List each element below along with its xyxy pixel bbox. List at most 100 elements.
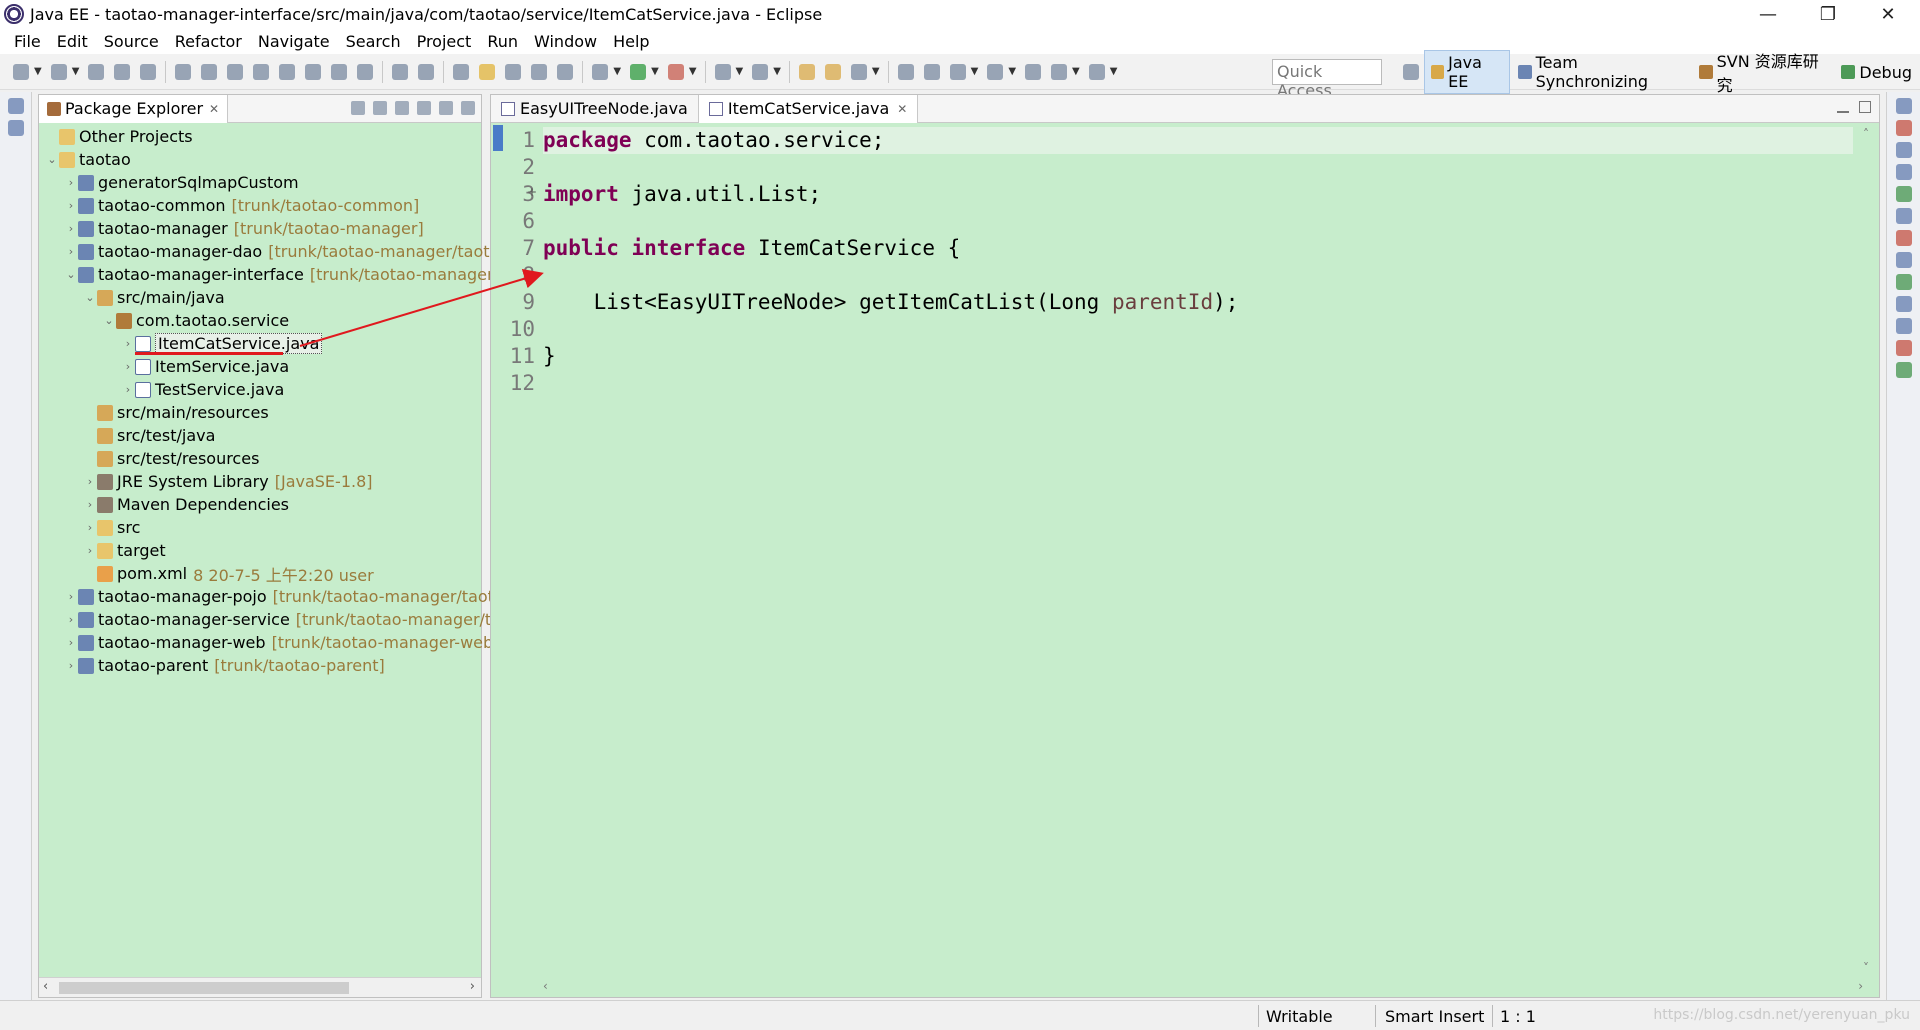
last-edit-icon[interactable] bbox=[1025, 63, 1042, 80]
block-select-icon[interactable] bbox=[531, 63, 548, 80]
junit-icon[interactable] bbox=[1895, 362, 1912, 378]
highlight-icon[interactable] bbox=[479, 63, 496, 80]
tree-item[interactable]: › taotao-manager-web [trunk/taotao-manager… bbox=[39, 631, 500, 654]
save-icon[interactable] bbox=[88, 63, 105, 80]
run-icon[interactable] bbox=[630, 63, 647, 80]
prev-annotation-icon[interactable] bbox=[987, 63, 1004, 80]
tree-item[interactable]: › ItemService.java bbox=[39, 355, 481, 378]
disconnect-icon[interactable] bbox=[279, 63, 296, 80]
chevron-down-icon[interactable]: ▼ bbox=[1008, 66, 1016, 77]
maximize-view-icon[interactable] bbox=[461, 101, 475, 115]
tree-item[interactable]: pom.xml 8 20-7-5 上午2:20 user bbox=[39, 562, 481, 585]
history-icon[interactable] bbox=[1895, 318, 1912, 334]
chevron-right-icon[interactable]: › bbox=[83, 475, 97, 488]
view-menu-icon[interactable] bbox=[417, 101, 431, 115]
hierarchy-icon[interactable] bbox=[7, 120, 24, 136]
menu-run[interactable]: Run bbox=[479, 32, 526, 51]
save-all-icon[interactable] bbox=[114, 63, 131, 80]
close-icon[interactable]: ✕ bbox=[897, 102, 907, 116]
next-annotation-icon[interactable] bbox=[949, 63, 966, 80]
tree-item[interactable]: ⌄ com.taotao.service bbox=[39, 309, 481, 332]
chevron-right-icon[interactable]: › bbox=[64, 590, 78, 603]
code-line[interactable] bbox=[543, 208, 1843, 235]
scrollbar-thumb[interactable] bbox=[59, 982, 349, 994]
open-file-icon[interactable] bbox=[824, 63, 841, 80]
markers-icon[interactable] bbox=[1895, 164, 1912, 180]
chevron-right-icon[interactable]: › bbox=[83, 521, 97, 534]
chevron-down-icon[interactable]: ▼ bbox=[689, 66, 697, 77]
code-line[interactable] bbox=[543, 154, 1843, 181]
menu-window[interactable]: Window bbox=[526, 32, 605, 51]
chevron-right-icon[interactable]: › bbox=[64, 613, 78, 626]
open-perspective-icon[interactable] bbox=[1403, 64, 1419, 80]
tree-item[interactable]: › Maven Dependencies bbox=[39, 493, 481, 516]
code-line[interactable] bbox=[543, 316, 1843, 343]
code-line[interactable]: public interface ItemCatService { bbox=[543, 235, 1843, 262]
tree-item[interactable]: › taotao-parent [trunk/taotao-parent] bbox=[39, 654, 481, 677]
snippets-icon[interactable] bbox=[1895, 230, 1912, 246]
maximize-editor-icon[interactable] bbox=[1859, 101, 1871, 113]
new-icon[interactable] bbox=[13, 63, 29, 80]
scroll-left-icon[interactable]: ‹ bbox=[543, 979, 548, 993]
chevron-down-icon[interactable]: ▼ bbox=[872, 66, 880, 77]
fold-expand-icon[interactable]: + bbox=[527, 185, 537, 199]
new-class-icon[interactable] bbox=[752, 63, 769, 80]
code-text[interactable]: package com.taotao.service; import java.u… bbox=[543, 127, 1843, 397]
chevron-down-icon[interactable]: ⌄ bbox=[83, 291, 97, 304]
menu-search[interactable]: Search bbox=[338, 32, 409, 51]
tree-item[interactable]: › generatorSqlmapCustom bbox=[39, 171, 481, 194]
perspective-java-ee[interactable]: Java EE bbox=[1424, 50, 1511, 94]
editor-horizontal-scrollbar[interactable]: ‹ › bbox=[543, 979, 1863, 995]
tab-package-explorer[interactable]: Package Explorer ✕ bbox=[39, 94, 229, 123]
code-line[interactable]: } bbox=[543, 343, 1843, 370]
tree-item[interactable]: › taotao-manager [trunk/taotao-manager] bbox=[39, 217, 481, 240]
tree-item[interactable]: › taotao-manager-dao [trunk/taotao-manager… bbox=[39, 240, 515, 263]
chevron-down-icon[interactable]: ▼ bbox=[1072, 66, 1080, 77]
terminate-icon[interactable] bbox=[253, 63, 270, 80]
external-tools-icon[interactable] bbox=[667, 63, 684, 80]
console-icon[interactable] bbox=[1895, 252, 1912, 268]
tree-item[interactable]: src/test/java bbox=[39, 424, 481, 447]
tree-item[interactable]: › ItemCatService.java bbox=[39, 332, 481, 355]
search-view-icon[interactable] bbox=[1895, 296, 1912, 312]
progress-icon[interactable] bbox=[1895, 274, 1912, 290]
forward-icon[interactable] bbox=[1088, 63, 1105, 80]
code-line[interactable] bbox=[543, 370, 1843, 397]
chevron-down-icon[interactable]: ▼ bbox=[1110, 66, 1118, 77]
chevron-right-icon[interactable]: › bbox=[121, 383, 135, 396]
code-line[interactable]: List<EasyUITreeNode> getItemCatList(Long… bbox=[543, 289, 1843, 316]
skip-breakpoints-icon[interactable] bbox=[175, 63, 192, 80]
chevron-down-icon[interactable]: ▼ bbox=[773, 66, 781, 77]
whitespace-icon[interactable] bbox=[505, 63, 522, 80]
collapse-all-icon[interactable] bbox=[351, 101, 365, 115]
minimize-view-icon[interactable] bbox=[439, 101, 453, 115]
code-line[interactable]: import java.util.List; bbox=[543, 181, 1843, 208]
quick-access-input[interactable]: Quick Access bbox=[1272, 59, 1382, 100]
tree-item[interactable]: › taotao-manager-service [trunk/taotao-man… bbox=[39, 608, 517, 631]
menu-help[interactable]: Help bbox=[605, 32, 657, 51]
tree-item[interactable]: ⌄ taotao bbox=[39, 148, 481, 171]
chevron-right-icon[interactable]: › bbox=[121, 360, 135, 373]
perspective-debug[interactable]: Debug bbox=[1835, 61, 1918, 84]
chevron-right-icon[interactable]: › bbox=[83, 544, 97, 557]
tree-item[interactable]: src/test/resources bbox=[39, 447, 481, 470]
close-button[interactable]: ✕ bbox=[1860, 0, 1916, 28]
suspend-icon[interactable] bbox=[227, 63, 244, 80]
chevron-down-icon[interactable]: ⌄ bbox=[45, 153, 59, 166]
toggle-mark-icon[interactable] bbox=[392, 63, 409, 80]
chevron-right-icon[interactable]: › bbox=[64, 176, 78, 189]
restore-button[interactable]: ❐ bbox=[1800, 0, 1856, 28]
perspective-svn[interactable]: SVN 资源库研究 bbox=[1693, 46, 1833, 98]
close-icon[interactable]: ✕ bbox=[209, 102, 219, 116]
filter-icon[interactable] bbox=[395, 101, 409, 115]
chevron-right-icon[interactable]: › bbox=[64, 199, 78, 212]
tab-easyuitreenode[interactable]: EasyUITreeNode.java bbox=[491, 94, 699, 123]
chevron-right-icon[interactable]: › bbox=[64, 636, 78, 649]
debug-icon[interactable] bbox=[592, 63, 609, 80]
tree-item[interactable]: src/main/resources bbox=[39, 401, 481, 424]
menu-project[interactable]: Project bbox=[409, 32, 480, 51]
chevron-down-icon[interactable]: ⌄ bbox=[64, 268, 78, 281]
tree-item[interactable]: › target bbox=[39, 539, 481, 562]
scroll-right-icon[interactable]: › bbox=[1858, 979, 1863, 993]
scroll-right-icon[interactable]: › bbox=[470, 979, 475, 994]
